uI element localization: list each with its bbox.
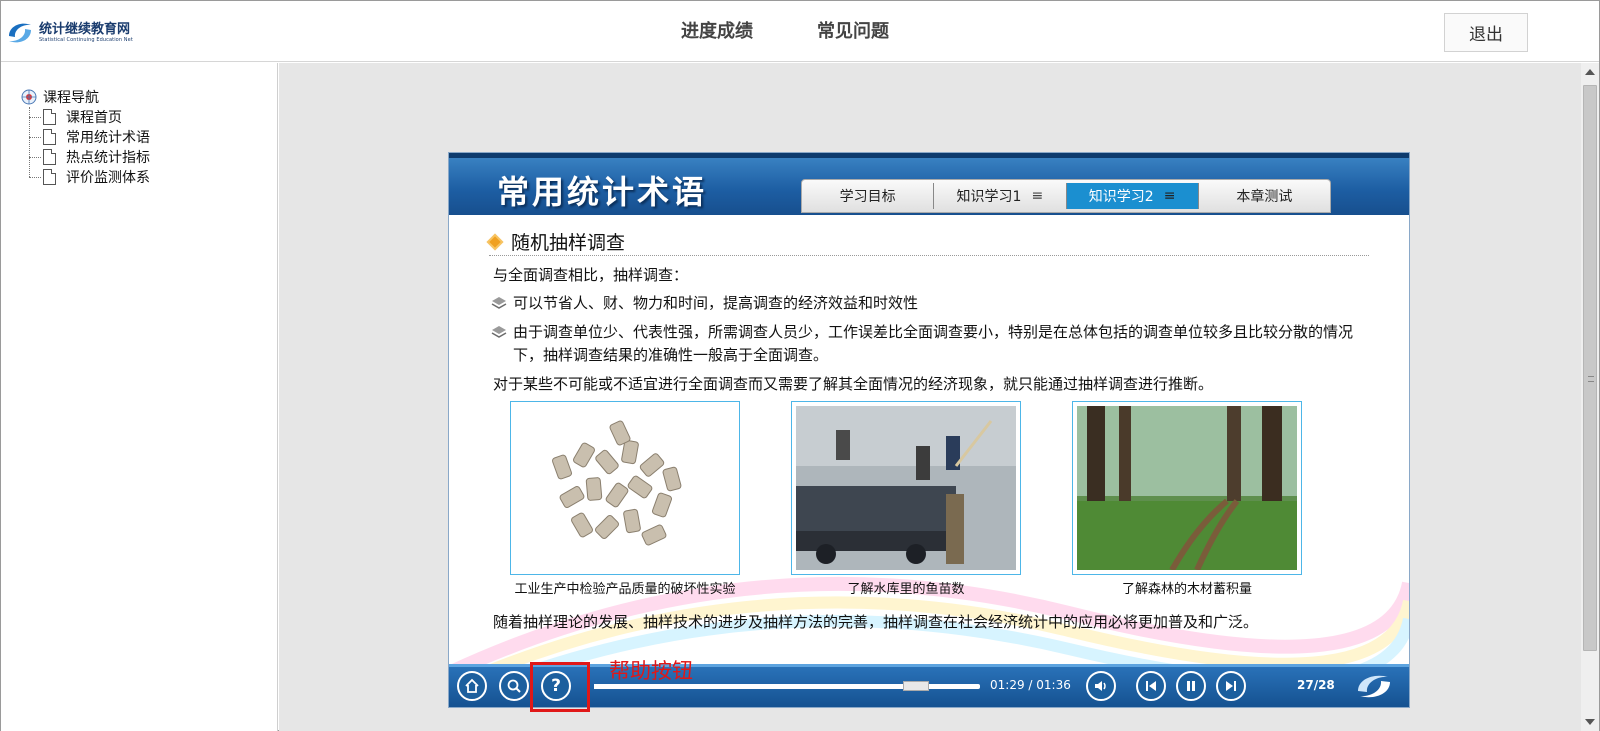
tree-item-course-home[interactable]: 课程首页 [29,107,150,127]
tab-knowledge-1[interactable]: 知识学习1 ≡ [934,183,1067,209]
document-icon [43,129,56,145]
bullet-text: 可以节省人、财、物力和时间，提高调查的经济效益和时效性 [513,294,919,312]
stack-icon [491,326,507,338]
search-icon [507,679,521,693]
bullet-2: 由于调查单位少、代表性强，所需调查人员少，工作误差比全面调查要小，特别是在总体包… [491,321,1371,367]
site-logo[interactable]: 统计继续教育网 Statistical Continuing Education… [5,17,133,49]
bullet-1: 可以节省人、财、物力和时间，提高调查的经济效益和时效性 [491,292,1371,315]
header: 统计继续教育网 Statistical Continuing Education… [1,1,1599,62]
photo-reservoir-fish [791,401,1021,575]
tree-root[interactable]: 课程导航 [21,87,150,107]
volume-icon [1095,681,1106,691]
home-button[interactable] [457,671,487,701]
search-button[interactable] [499,671,529,701]
document-icon [43,109,56,125]
tree-item-common-terms[interactable]: 常用统计术语 [29,127,150,147]
app-window: 统计继续教育网 Statistical Continuing Education… [0,0,1600,731]
intro-text: 与全面调查相比，抽样调查： [493,266,689,284]
vertical-scrollbar[interactable] [1581,63,1599,731]
course-player: 常用统计术语 学习目标 知识学习1 ≡ 知识学习2 ≡ 本章测试 随机抽样调查 … [448,152,1410,708]
tab-label: 知识学习2 [1088,189,1154,205]
logout-button[interactable]: 退出 [1444,13,1528,52]
nav-faq[interactable]: 常见问题 [817,17,889,43]
logo-subtitle: Statistical Continuing Education Net [39,37,133,43]
help-highlight-box [530,662,590,712]
photo-forest-timber [1072,401,1302,575]
section-title: 随机抽样调查 [486,228,626,255]
logo-swirl-icon [9,23,31,43]
scroll-thumb[interactable] [1583,85,1597,651]
tree-item-evaluation-system[interactable]: 评价监测体系 [29,167,150,187]
pause-button[interactable] [1176,671,1206,701]
statement-text: 对于某些不可能或不适宜进行全面调查而又需要了解其全面情况的经济现象，就只能通过抽… [493,375,1214,393]
menu-icon[interactable]: ≡ [1164,188,1176,204]
document-icon [43,149,56,165]
tree-item-label: 课程首页 [66,110,122,126]
tree-root-label: 课程导航 [43,90,99,106]
playback-time: 01:29 / 01:36 [990,678,1071,692]
tree-children: 课程首页 常用统计术语 热点统计指标 评价监测体系 [29,107,150,187]
logo-title: 统计继续教育网 [39,22,131,37]
tree-item-hot-indicators[interactable]: 热点统计指标 [29,147,150,167]
home-icon [465,678,479,693]
menu-icon[interactable]: ≡ [1031,188,1043,204]
pause-icon [1187,681,1195,691]
scroll-down-arrow-icon[interactable] [1585,719,1595,725]
next-button[interactable] [1216,671,1246,701]
conclusion-text: 随着抽样理论的发展、抽样技术的进步及抽样方法的完善，抽样调查在社会经济统计中的应… [493,613,1259,631]
caption-forest-timber: 了解森林的木材蓄积量 [1121,582,1252,597]
course-tree: 课程导航 课程首页 常用统计术语 热点统计指标 评价监测体系 [21,87,150,187]
skip-previous-icon [1146,681,1156,691]
tab-label: 学习目标 [839,189,896,205]
bullet-text: 由于调查单位少、代表性强，所需调查人员少，工作误差比全面调查要小，特别是在总体包… [513,323,1354,364]
previous-button[interactable] [1136,671,1166,701]
section-title-text: 随机抽样调查 [511,232,626,254]
scroll-up-arrow-icon[interactable] [1585,69,1595,75]
stack-icon [491,297,507,309]
nav-progress-scores[interactable]: 进度成绩 [681,17,753,43]
tree-item-label: 热点统计指标 [66,150,150,166]
document-icon [43,169,56,185]
volume-button[interactable] [1086,671,1116,701]
forest-path-image [1077,406,1297,570]
tab-learning-goals[interactable]: 学习目标 [802,183,935,209]
reservoir-truck-image [796,406,1016,570]
tab-label: 知识学习1 [956,189,1022,205]
tab-knowledge-2[interactable]: 知识学习2 ≡ [1066,183,1199,209]
help-annotation-label: 帮助按钮 [609,659,693,683]
section-divider [489,255,1369,256]
photo-destructive-test [510,401,740,575]
tab-chapter-test[interactable]: 本章测试 [1199,183,1330,209]
chapter-tabs: 学习目标 知识学习1 ≡ 知识学习2 ≡ 本章测试 [801,179,1331,213]
tree-item-label: 评价监测体系 [66,170,150,186]
player-title-bar: 常用统计术语 学习目标 知识学习1 ≡ 知识学习2 ≡ 本章测试 [449,153,1409,215]
brand-swirl-icon [1358,675,1390,698]
caption-reservoir-fish: 了解水库里的鱼苗数 [847,582,965,597]
metal-parts-image [515,406,735,570]
course-nav-sidebar: 课程导航 课程首页 常用统计术语 热点统计指标 评价监测体系 [1,63,278,731]
page-indicator: 27/28 [1297,678,1335,692]
diamond-bullet-icon [486,233,504,250]
caption-destructive-test: 工业生产中检验产品质量的破坏性实验 [514,582,736,597]
grip-icon [1588,376,1594,382]
chapter-title: 常用统计术语 [497,173,708,211]
progress-handle[interactable] [902,681,929,691]
globe-nav-icon [21,89,37,105]
top-nav: 进度成绩 常见问题 [681,17,889,43]
tab-label: 本章测试 [1236,189,1293,205]
player-control-bar: ? 01:29 / 01:36 27/28 [449,664,1409,707]
tree-item-label: 常用统计术语 [66,130,150,146]
skip-next-icon [1226,681,1236,691]
